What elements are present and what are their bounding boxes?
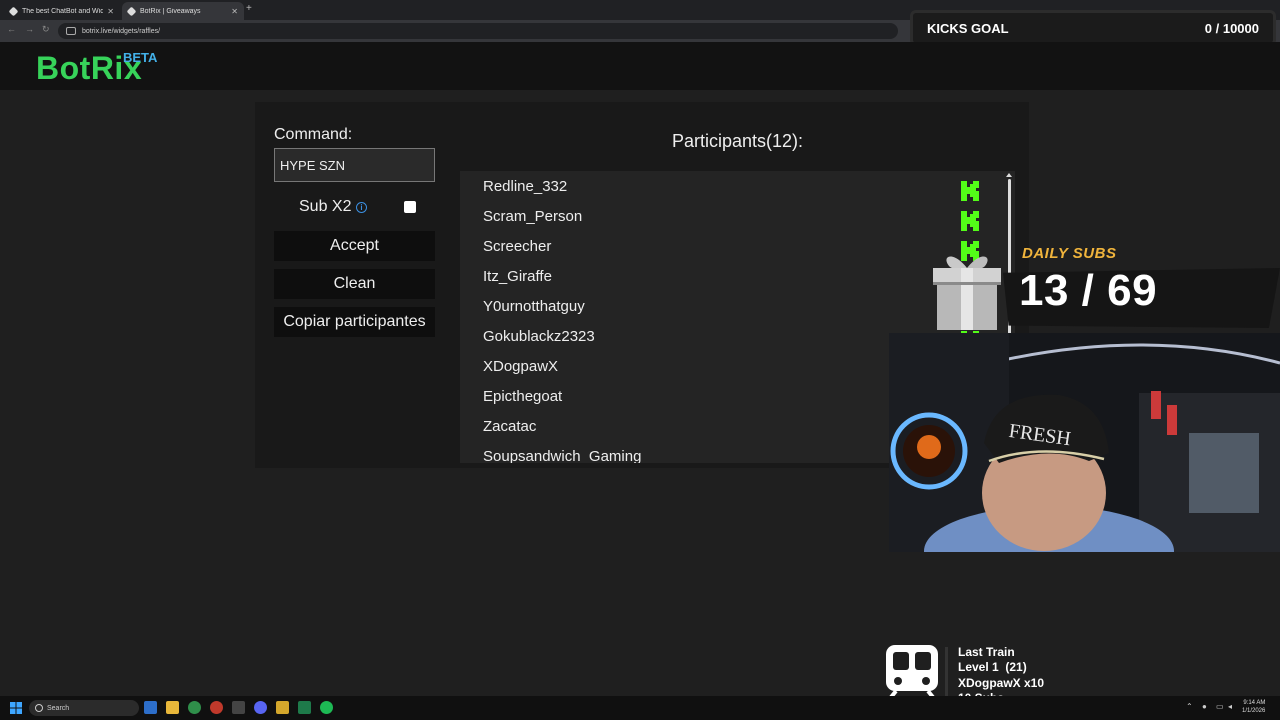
last-train-title: Last Train: [958, 645, 1015, 659]
webcam-feed: FRESH: [889, 333, 1280, 552]
kicks-goal-progress: 0 / 10000: [1204, 20, 1259, 36]
participant-name: Epicthegoat: [483, 388, 563, 405]
kick-badge-icon: [960, 180, 980, 202]
taskbar-search[interactable]: Search: [29, 700, 139, 716]
windows-start-icon[interactable]: [10, 702, 22, 714]
participant-name: Zacatac: [483, 418, 537, 435]
new-tab-button[interactable]: +: [246, 3, 252, 14]
close-tab-icon[interactable]: ✕: [231, 7, 238, 16]
botrix-favicon-icon: [126, 6, 137, 16]
url-field[interactable]: botrix.live/widgets/raffles/: [58, 23, 898, 39]
taskbar-search-label: Search: [47, 704, 70, 712]
info-icon[interactable]: i: [356, 202, 367, 213]
beta-badge: BETA: [123, 50, 158, 65]
participant-name: Scram_Person: [483, 208, 583, 225]
botrix-favicon-icon: [8, 6, 19, 16]
participant-name: Y0urnotthatguy: [483, 298, 585, 315]
obs-icon[interactable]: [210, 701, 223, 714]
search-icon: [35, 704, 43, 712]
copy-participants-button[interactable]: Copiar participantes: [274, 307, 435, 337]
participant-name: Gokublackz2323: [483, 328, 595, 345]
site-info-icon[interactable]: [66, 27, 76, 35]
clock-date: 1/1/2026: [1242, 708, 1266, 714]
daily-subs-count: 13 / 69: [1019, 266, 1158, 315]
sub-x2-label: Sub X2: [299, 198, 352, 215]
gift-box-icon: [933, 256, 1001, 330]
command-input[interactable]: [274, 148, 435, 182]
browser-tab-botrix-home[interactable]: The best ChatBot and Widgets ✕: [4, 2, 120, 20]
url-text: botrix.live/widgets/raffles/: [82, 27, 161, 35]
scroll-up-arrow-icon[interactable]: [1006, 173, 1012, 177]
participant-name: Itz_Giraffe: [483, 268, 552, 285]
last-train-level: Level 1 (21): [958, 660, 1027, 675]
accept-button[interactable]: Accept: [274, 231, 435, 261]
terminal-icon[interactable]: [232, 701, 245, 714]
participants-title: Participants(12):: [671, 131, 804, 151]
excel-icon[interactable]: [298, 701, 311, 714]
participant-name: XDogpawX: [483, 358, 559, 375]
tray-overflow-icon[interactable]: ⌃: [1186, 702, 1193, 711]
participant-name: Soupsandwich_Gaming: [483, 448, 642, 463]
reload-icon[interactable]: ↻: [42, 24, 50, 35]
browser-tab-giveaways[interactable]: BotRix | Giveaways ✕: [122, 2, 244, 20]
taskbar-clock[interactable]: 9:14 AM 1/1/2026: [1242, 699, 1265, 715]
clock-time: 9:14 AM: [1243, 700, 1266, 706]
forward-arrow-icon[interactable]: →: [25, 24, 34, 34]
task-view-icon[interactable]: [144, 701, 157, 714]
back-arrow-icon[interactable]: ←: [7, 24, 16, 34]
file-explorer-icon[interactable]: [166, 701, 179, 714]
tray-display-icon[interactable]: ▭: [1216, 702, 1224, 711]
folder-icon[interactable]: [276, 701, 289, 714]
participant-name: Screecher: [483, 238, 552, 255]
clean-button[interactable]: Clean: [274, 269, 435, 299]
daily-subs-title: DAILY SUBS: [1022, 245, 1117, 262]
sub-x2-checkbox[interactable]: [404, 201, 416, 213]
webcam-image: FRESH: [889, 333, 1280, 552]
kicks-goal-overlay: KICKS GOAL 0 / 10000: [910, 10, 1276, 46]
command-label: Command:: [274, 126, 353, 143]
kicks-goal-label: KICKS GOAL: [927, 20, 1009, 36]
tab-title: The best ChatBot and Widgets: [22, 7, 104, 15]
tab-title: BotRix | Giveaways: [140, 7, 201, 15]
participant-name: Redline_332: [483, 178, 568, 195]
tray-mic-icon[interactable]: ●: [1202, 702, 1207, 711]
tray-volume-icon[interactable]: ◂: [1228, 702, 1232, 711]
chrome-icon[interactable]: [188, 701, 201, 714]
sub-x2-row: Sub X2 i: [274, 198, 435, 218]
discord-icon[interactable]: [254, 701, 267, 714]
daily-subs-overlay: DAILY SUBS 13 / 69: [915, 240, 1280, 335]
site-header: [0, 42, 1280, 90]
kick-badge-icon: [960, 210, 980, 232]
spotify-icon[interactable]: [320, 701, 333, 714]
last-train-user: XDogpawX x10: [958, 675, 1045, 690]
train-icon: [886, 645, 938, 703]
close-tab-icon[interactable]: ✕: [107, 7, 114, 16]
